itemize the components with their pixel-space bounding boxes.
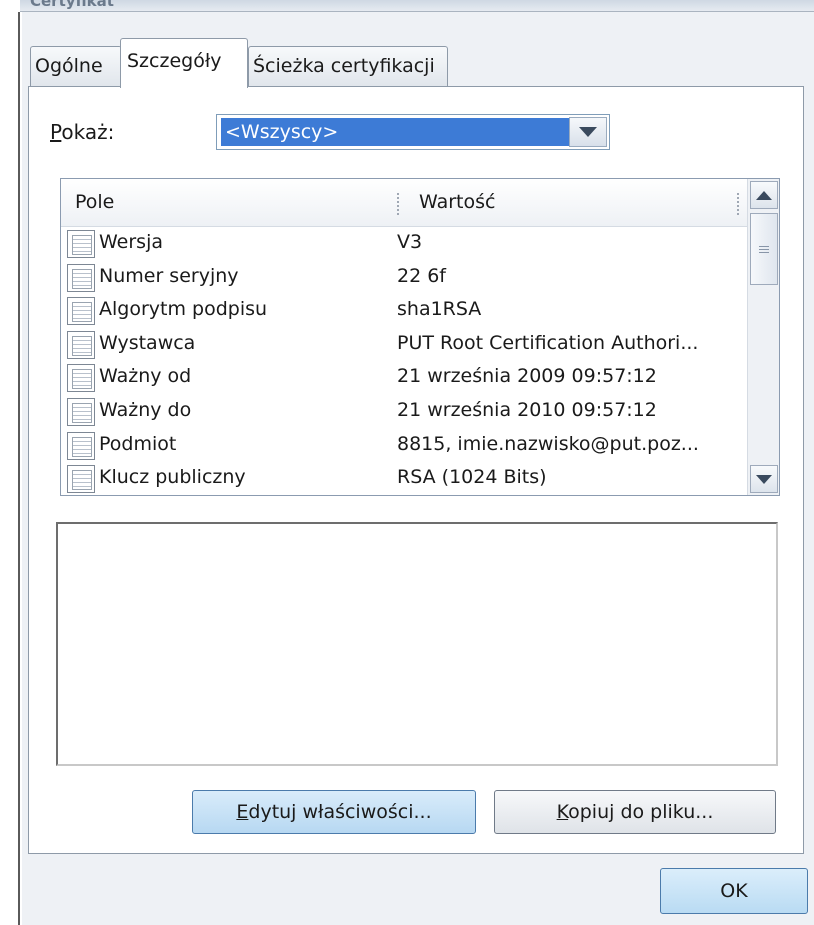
details-list[interactable]: Pole Wartość Wersja V3 Numer seryjny 22 … — [60, 178, 780, 496]
scroll-down-icon — [756, 474, 772, 484]
row-field: Ważny do — [99, 398, 192, 421]
title-bar: Certyfikat — [20, 0, 814, 12]
list-scrollbar[interactable] — [747, 179, 779, 495]
show-select[interactable]: <Wszyscy> — [216, 114, 610, 150]
certificate-field-icon — [67, 263, 95, 292]
row-value: V3 — [397, 231, 423, 253]
list-item[interactable]: Numer seryjny 22 6f — [61, 261, 747, 295]
list-item[interactable]: Wystawca PUT Root Certification Authori.… — [61, 328, 747, 362]
scroll-up-icon — [756, 190, 772, 200]
chevron-down-icon — [579, 127, 597, 137]
edit-button-label: dytuj właściwości... — [248, 801, 432, 823]
column-resize-handle[interactable] — [397, 193, 399, 215]
show-select-value: <Wszyscy> — [221, 118, 571, 146]
list-item[interactable]: Algorytm podpisu sha1RSA — [61, 294, 747, 328]
row-value: 21 września 2009 09:57:12 — [397, 365, 657, 388]
row-field: Ważny od — [99, 365, 192, 388]
list-item[interactable]: Podmiot 8815, imie.nazwisko@put.poz... — [61, 429, 747, 463]
edit-button-accelerator: E — [236, 801, 249, 823]
row-value: RSA (1024 Bits) — [397, 466, 547, 489]
ok-button[interactable]: OK — [660, 868, 808, 914]
detail-text-box[interactable] — [56, 522, 778, 766]
row-field: Wersja — [99, 231, 163, 253]
column-resize-handle[interactable] — [737, 193, 739, 215]
column-header-value[interactable]: Wartość — [419, 191, 495, 213]
row-value: 21 września 2010 09:57:12 — [397, 398, 657, 421]
certificate-field-icon — [67, 364, 95, 393]
certificate-field-icon — [67, 297, 95, 326]
certificate-field-icon — [67, 330, 95, 359]
show-label-text: okaż: — [61, 120, 115, 144]
tab-certification-path[interactable]: Ścieżka certyfikacji — [248, 46, 448, 86]
scroll-up-button[interactable] — [750, 181, 778, 209]
column-header-field[interactable]: Pole — [75, 191, 114, 213]
list-item[interactable]: Klucz publiczny RSA (1024 Bits) — [61, 462, 747, 495]
row-field: Algorytm podpisu — [99, 298, 268, 321]
show-label-accelerator: P — [50, 120, 62, 144]
scroll-down-button[interactable] — [750, 465, 778, 493]
row-value: 22 6f — [397, 264, 446, 287]
scrollbar-thumb[interactable] — [750, 213, 778, 285]
list-item[interactable]: Ważny do 21 września 2010 09:57:12 — [61, 395, 747, 429]
row-field: Podmiot — [99, 432, 177, 455]
row-field: Numer seryjny — [99, 264, 239, 287]
row-value: sha1RSA — [397, 298, 482, 321]
certificate-field-icon — [67, 465, 95, 494]
list-item[interactable]: Ważny od 21 września 2009 09:57:12 — [61, 361, 747, 395]
copy-to-file-button[interactable]: Kopiuj do pliku... — [494, 790, 776, 834]
window-left-frame — [0, 12, 20, 925]
certificate-field-icon — [67, 230, 95, 258]
window-title: Certyfikat — [30, 0, 114, 10]
show-label: Pokaż: — [50, 120, 114, 144]
row-value: 8815, imie.nazwisko@put.poz... — [397, 432, 699, 455]
certificate-field-icon — [67, 397, 95, 426]
edit-properties-button[interactable]: Edytuj właściwości... — [192, 790, 476, 834]
show-select-button[interactable] — [569, 117, 607, 147]
row-value: PUT Root Certification Authori... — [397, 331, 699, 354]
list-rows: Wersja V3 Numer seryjny 22 6f Algorytm p… — [61, 227, 747, 495]
copy-button-accelerator: K — [556, 801, 569, 823]
certificate-field-icon — [67, 431, 95, 460]
copy-button-label: opiuj do pliku... — [568, 801, 714, 823]
tab-general[interactable]: Ogólne — [30, 46, 122, 86]
tab-details[interactable]: Szczegóły — [120, 38, 248, 88]
row-field: Klucz publiczny — [99, 466, 246, 489]
list-header: Pole Wartość — [61, 179, 747, 227]
row-field: Wystawca — [99, 331, 196, 354]
list-item[interactable]: Wersja V3 — [61, 227, 747, 261]
